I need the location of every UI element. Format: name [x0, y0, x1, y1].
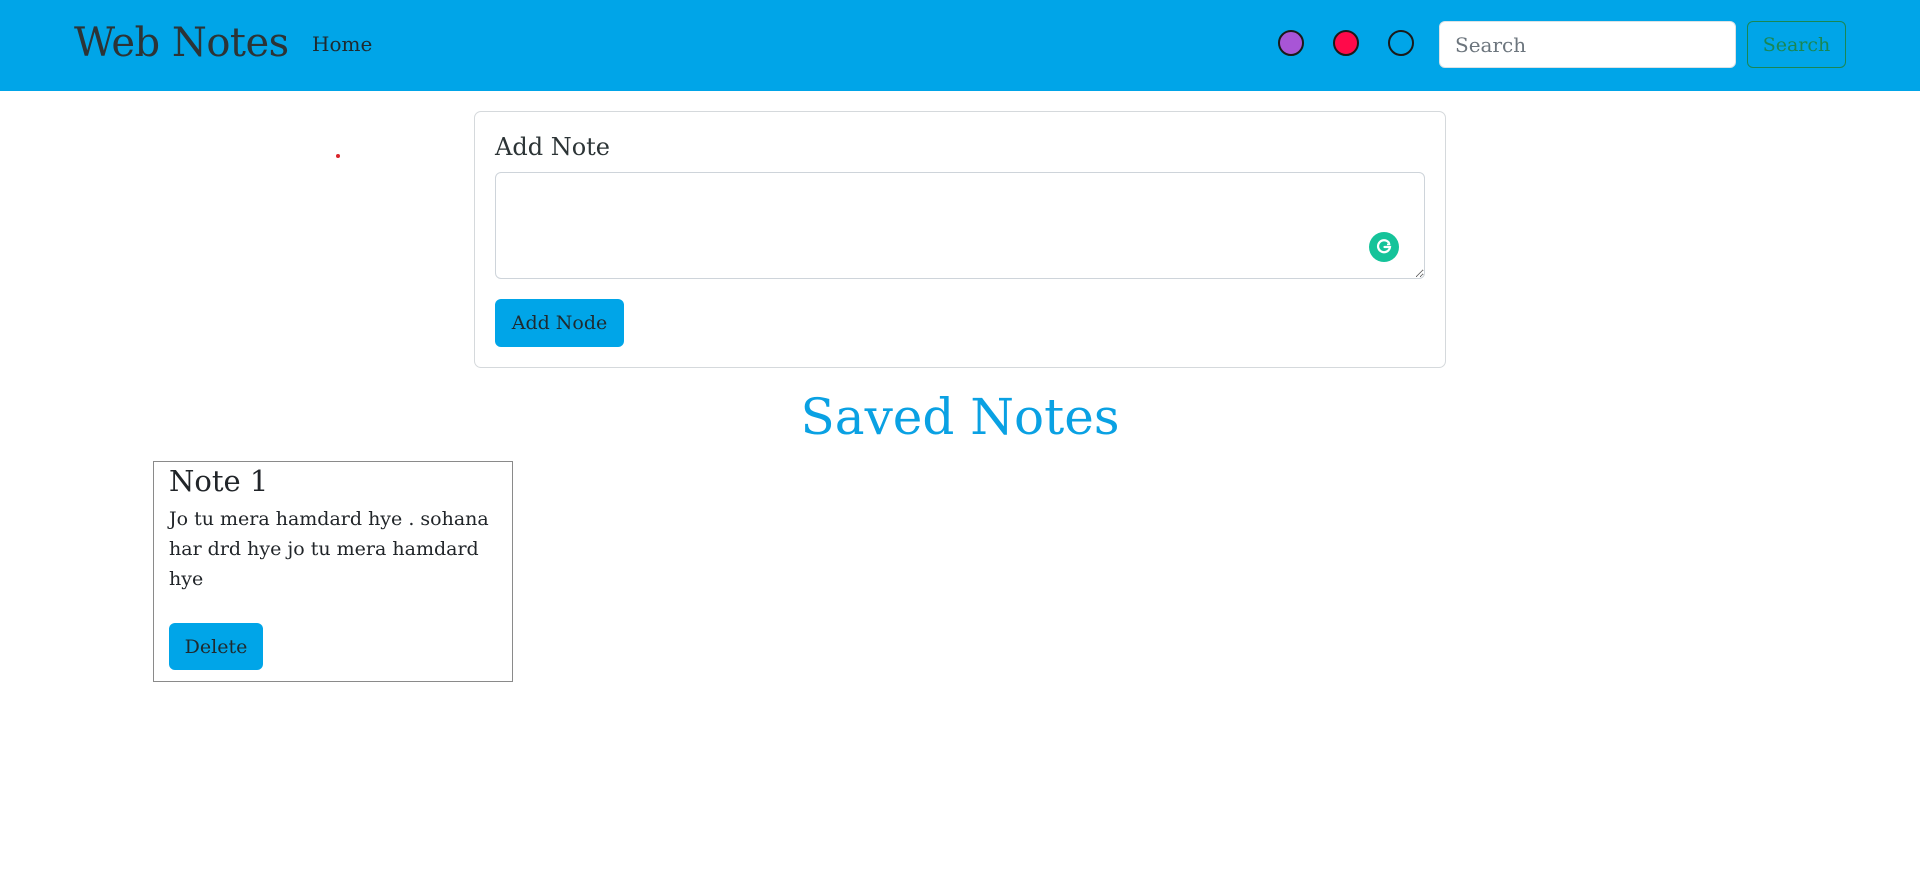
theme-purple-button[interactable] [1278, 30, 1304, 56]
note-card: Note 1 Jo tu mera hamdard hye . sohana h… [153, 461, 513, 682]
note-title: Note 1 [169, 464, 269, 498]
brand-logo-text[interactable]: Web Notes [74, 18, 289, 68]
delete-note-button[interactable]: Delete [169, 623, 263, 670]
note-text: Jo tu mera hamdard hye . sohana har drd … [169, 508, 489, 590]
search-input[interactable] [1439, 21, 1736, 68]
saved-notes-heading: Saved Notes [800, 388, 1120, 446]
grammarly-icon[interactable] [1369, 232, 1399, 262]
add-note-title: Add Note [495, 133, 610, 161]
nav-link-home[interactable]: Home [312, 30, 372, 58]
add-note-card: Add Note Add Node [474, 111, 1446, 368]
red-dot-artifact [336, 154, 340, 158]
search-button[interactable]: Search [1747, 21, 1846, 68]
add-note-button[interactable]: Add Node [495, 299, 624, 347]
theme-red-button[interactable] [1333, 30, 1359, 56]
navbar: Web Notes Home Search [0, 0, 1920, 91]
theme-blue-button[interactable] [1388, 30, 1414, 56]
note-textarea[interactable] [495, 172, 1425, 279]
